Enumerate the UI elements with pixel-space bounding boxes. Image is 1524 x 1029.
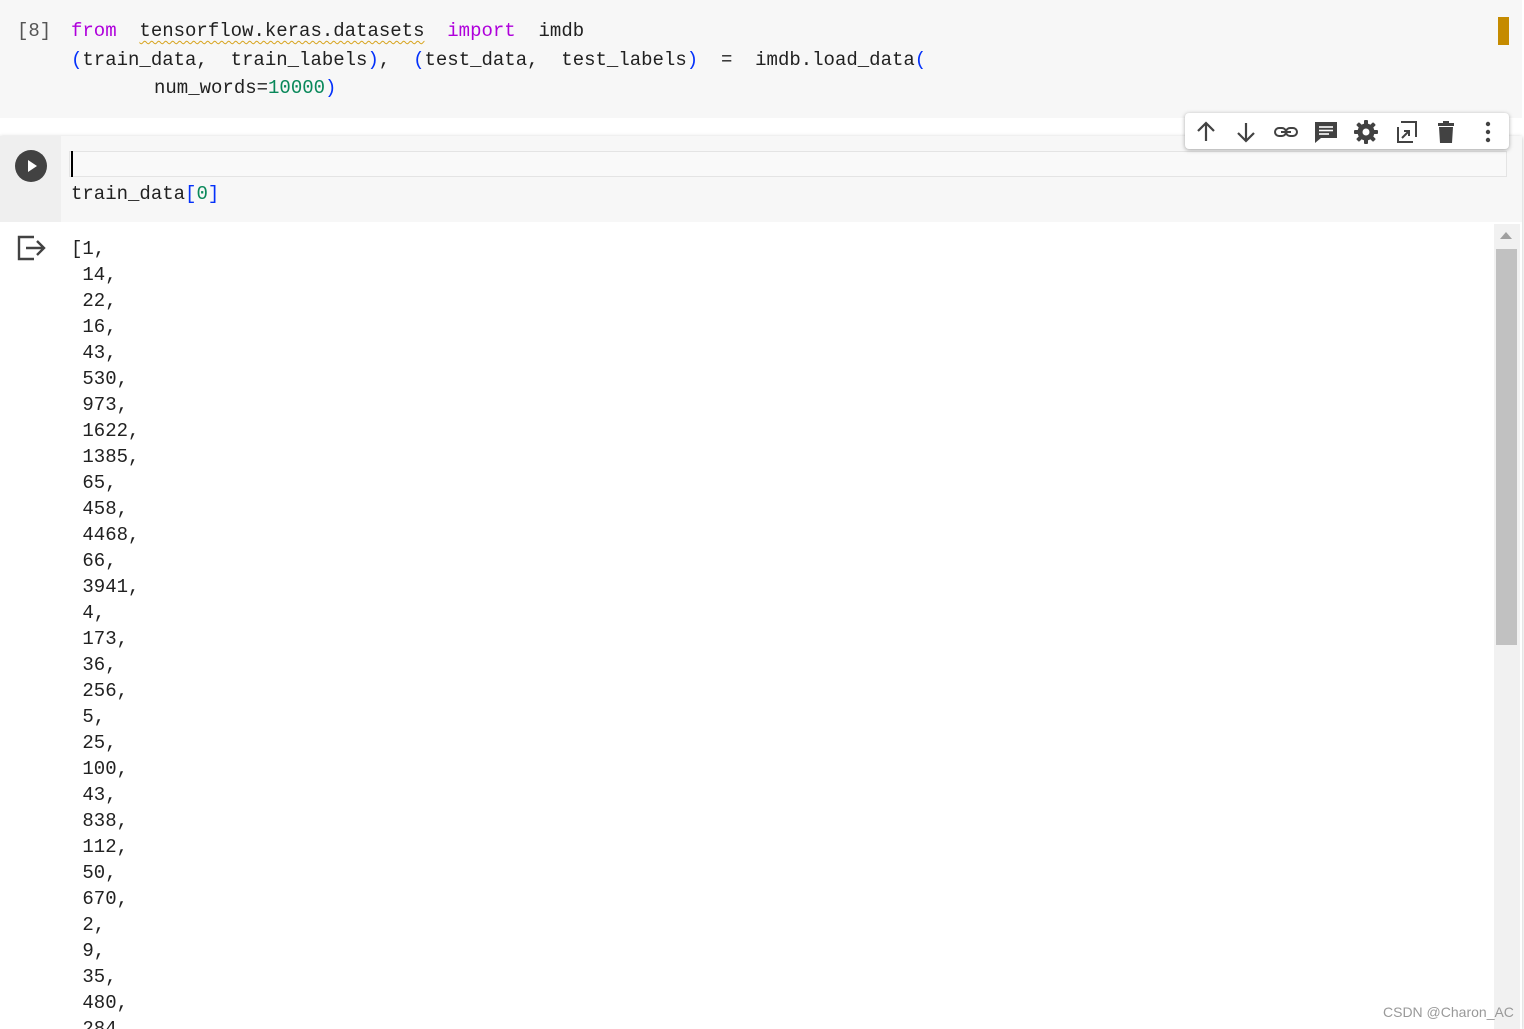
bracket: ]	[207, 183, 220, 205]
module-name: tensorflow.keras.datasets	[139, 20, 425, 42]
output-line: 100,	[71, 758, 129, 780]
paren: )	[686, 49, 699, 71]
output-line: 112,	[71, 836, 129, 858]
arrow-down-icon	[1237, 123, 1255, 143]
output-line: 25,	[71, 732, 117, 754]
output-line: 66,	[71, 550, 117, 572]
code-line-train-data[interactable]: train_data[0]	[71, 183, 219, 205]
code-line-2[interactable]: (train_data, train_labels), (test_data, …	[71, 49, 926, 71]
more-vertical-icon	[1485, 121, 1491, 143]
cell-toolbar	[1185, 113, 1509, 149]
arrow-up-icon	[1197, 121, 1215, 141]
comma: ,	[378, 49, 414, 71]
import-name: imdb	[538, 20, 585, 42]
code-line-3[interactable]: num_words=10000)	[154, 77, 336, 99]
train-vars: train_data, train_labels	[82, 49, 368, 71]
gear-icon	[1354, 120, 1378, 144]
run-cell-button[interactable]	[15, 150, 47, 182]
code-cell-1[interactable]: [8] from tensorflow.keras.datasets impor…	[0, 0, 1522, 118]
output-line: 1622,	[71, 420, 140, 442]
output-line: 22,	[71, 290, 117, 312]
trash-icon	[1438, 121, 1454, 143]
unsaved-change-marker	[1498, 17, 1509, 45]
output-line: 1385,	[71, 446, 140, 468]
output-line: 4468,	[71, 524, 140, 546]
cell-output: [1, 14, 22, 16, 43, 530, 973, 1622, 1385…	[71, 236, 1491, 1029]
mirror-cell-icon	[1397, 121, 1417, 143]
delete-cell-button[interactable]	[1433, 119, 1459, 145]
output-actions-button[interactable]	[16, 234, 48, 262]
active-editor-line[interactable]	[69, 151, 1507, 177]
output-line: 35,	[71, 966, 117, 988]
paren: )	[367, 49, 379, 71]
kwarg-value: 10000	[268, 77, 326, 99]
output-redirect-icon	[17, 235, 46, 261]
output-line: 256,	[71, 680, 129, 702]
output-line: 14,	[71, 264, 117, 286]
output-line: 65,	[71, 472, 117, 494]
keyword-import: import	[447, 20, 516, 42]
comment-icon	[1315, 122, 1337, 143]
bracket: [	[185, 183, 197, 205]
output-line: 4,	[71, 602, 106, 624]
kwarg-name: num_words=	[154, 77, 269, 99]
output-line: 9,	[71, 940, 106, 962]
output-line: 480,	[71, 992, 129, 1014]
mirror-cell-button[interactable]	[1393, 119, 1419, 145]
cell-settings-button[interactable]	[1353, 119, 1379, 145]
watermark: CSDN @Charon_AC	[1383, 1004, 1514, 1020]
output-line: 36,	[71, 654, 117, 676]
output-line: 5,	[71, 706, 106, 728]
output-line: 43,	[71, 784, 117, 806]
output-line: 670,	[71, 888, 129, 910]
output-line: 838,	[71, 810, 129, 832]
variable-name: train_data	[71, 183, 186, 205]
add-comment-button[interactable]	[1313, 119, 1339, 145]
text-cursor	[71, 151, 73, 177]
notebook-page: [8] from tensorflow.keras.datasets impor…	[0, 0, 1524, 1029]
output-line: 50,	[71, 862, 117, 884]
output-line: 16,	[71, 316, 117, 338]
output-line: 173,	[71, 628, 129, 650]
execution-count: [8]	[17, 20, 52, 42]
output-line: 284,	[71, 1018, 129, 1029]
move-cell-down-button[interactable]	[1233, 119, 1259, 145]
output-line: 2,	[71, 914, 106, 936]
output-line: 530,	[71, 368, 129, 390]
keyword-from: from	[71, 20, 117, 42]
assign-call: = imdb.load_data	[698, 49, 915, 71]
output-line: 458,	[71, 498, 129, 520]
index-value: 0	[196, 183, 208, 205]
link-to-cell-button[interactable]	[1273, 119, 1299, 145]
test-vars: test_data, test_labels	[424, 49, 687, 71]
move-cell-up-button[interactable]	[1193, 119, 1219, 145]
scrollbar-thumb[interactable]	[1496, 249, 1517, 645]
scroll-up-arrow[interactable]	[1500, 232, 1512, 239]
output-line: 3941,	[71, 576, 140, 598]
paren: (	[71, 49, 83, 71]
paren: )	[325, 77, 337, 99]
code-line-1[interactable]: from tensorflow.keras.datasets import im…	[71, 20, 584, 42]
paren: (	[413, 49, 425, 71]
link-icon	[1274, 127, 1298, 137]
more-options-button[interactable]	[1475, 119, 1501, 145]
paren: (	[914, 49, 927, 71]
output-line: 973,	[71, 394, 129, 416]
play-icon	[28, 160, 37, 172]
output-line: 43,	[71, 342, 117, 364]
output-line: [1,	[71, 238, 106, 260]
